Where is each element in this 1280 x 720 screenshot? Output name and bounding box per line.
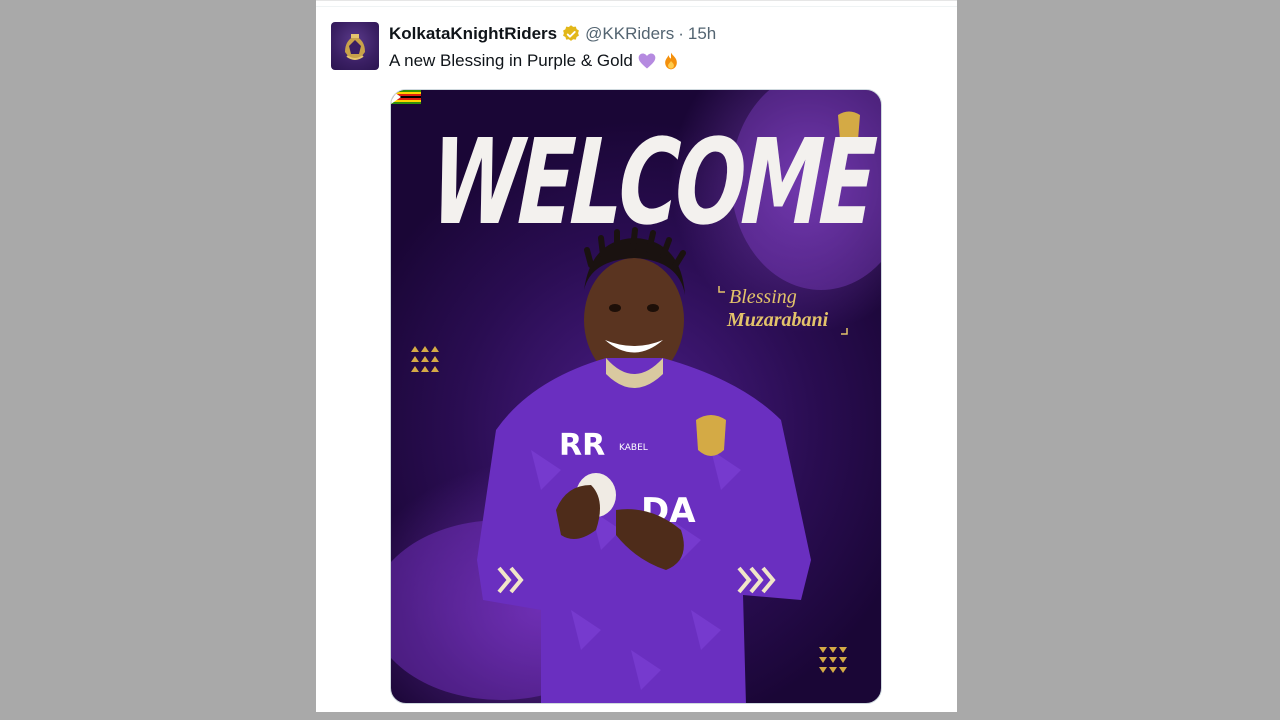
tweet-text: A new Blessing in Purple & Gold [389, 50, 681, 72]
fire-icon [664, 52, 677, 70]
separator-dot: · [678, 24, 684, 43]
divider [316, 6, 957, 7]
purple-heart-icon [638, 53, 656, 69]
verified-badge-icon[interactable] [561, 24, 581, 44]
welcome-headline: WELCOME [428, 113, 876, 251]
handle[interactable]: @KKRiders [585, 23, 674, 45]
tweet-card[interactable]: KolkataKnightRiders @KKRiders · 15h A ne… [316, 0, 957, 712]
avatar[interactable] [331, 22, 379, 70]
kkr-logo-icon [345, 34, 365, 60]
sponsor-kabel-text: KABEL [619, 443, 648, 453]
timestamp[interactable]: 15h [688, 23, 716, 45]
player-first-name: Blessing [729, 286, 797, 308]
display-name[interactable]: KolkataKnightRiders [389, 23, 557, 45]
player-last-name: Muzarabani [727, 309, 829, 331]
zimbabwe-flag-icon [391, 90, 421, 104]
tweet-body: A new Blessing in Purple & Gold [389, 51, 633, 70]
tweet-media-image[interactable]: RR KABEL DA WELCOME Blessing Muzarabani [390, 89, 882, 704]
kkr-crest-icon [696, 415, 726, 456]
sponsor-rr-text: RR [559, 428, 605, 463]
tweet-header: KolkataKnightRiders @KKRiders · 15h [389, 23, 716, 45]
